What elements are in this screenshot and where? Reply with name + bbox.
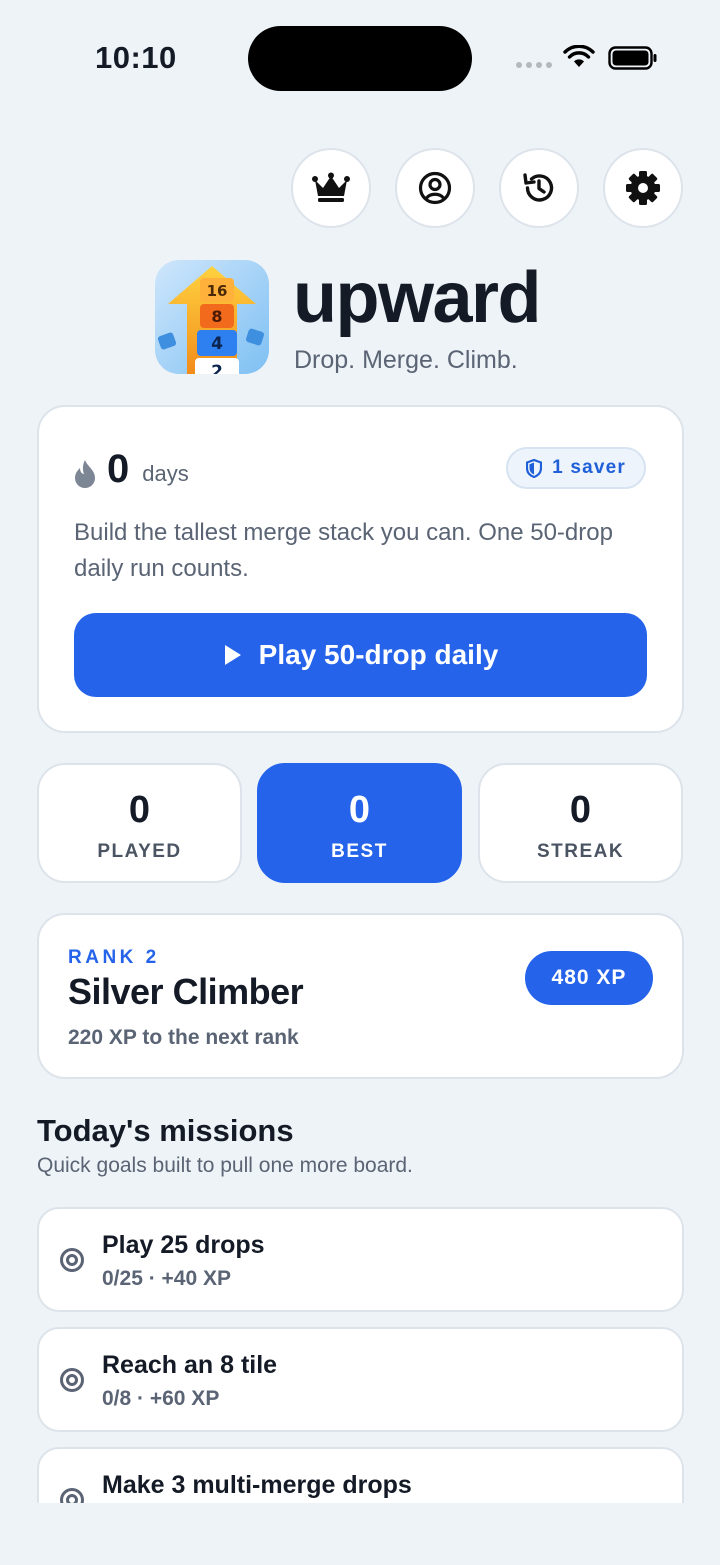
settings-button[interactable] [603,148,683,228]
mission-item[interactable]: Play 25 drops 0/25 · +40 XP [37,1207,684,1312]
shield-icon [526,458,543,478]
target-icon [60,1368,84,1392]
profile-button[interactable] [395,148,475,228]
history-button[interactable] [499,148,579,228]
play-daily-label: Play 50-drop daily [258,639,499,670]
flame-icon [75,460,95,488]
mission-title: Make 3 multi-merge drops [102,1471,412,1499]
missions-heading: Today's missions [37,1113,294,1148]
app-tagline: Drop. Merge. Climb. [294,346,518,374]
stat-streak: 0 STREAK [478,763,683,883]
home-screen: 10:10 16 8 4 2 upward Drop. Merge. Climb… [0,0,720,1565]
status-bar: 10:10 [0,0,720,116]
stat-played-value: 0 [128,789,151,831]
daily-run-card: 0 days 1 saver Build the tallest merge s… [37,405,684,733]
rank-level: RANK 2 [68,947,160,968]
mission-progress: 0/25 · +40 XP [102,1267,232,1290]
gear-icon [626,171,660,205]
rank-progress-text: 220 XP to the next rank [68,1026,299,1049]
xp-badge: 480 XP [525,951,653,1005]
logo-tile-4: 4 [211,334,223,354]
mission-title: Play 25 drops [102,1231,265,1259]
missions-subtitle: Quick goals built to pull one more board… [37,1154,413,1177]
leaderboard-button[interactable] [291,148,371,228]
streak-count: 0 [107,447,130,491]
rank-name: Silver Climber [68,971,304,1012]
dynamic-island [248,26,472,91]
stat-streak-label: STREAK [536,841,625,862]
daily-description: Build the tallest merge stack you can. O… [74,519,613,582]
logo-tile-8: 8 [211,307,222,326]
stat-played: 0 PLAYED [37,763,242,883]
crown-icon [312,172,350,202]
battery-icon [608,46,657,70]
stat-best: 0 BEST [257,763,462,883]
cellular-signal-icon [516,62,552,68]
play-icon [224,645,241,665]
streak-saver-badge: 1 saver [506,447,646,489]
stat-streak-value: 0 [569,789,592,831]
wifi-icon [563,45,595,67]
streak-unit: days [142,461,189,486]
saver-label: 1 saver [552,457,626,478]
mission-item[interactable]: Reach an 8 tile 0/8 · +60 XP [37,1327,684,1432]
rank-card: RANK 2 Silver Climber 220 XP to the next… [37,913,684,1079]
logo-tile-2: 2 [211,362,223,374]
mission-progress: 0/8 · +60 XP [102,1387,220,1410]
scroll-clip [0,1503,720,1565]
app-title: upward [293,258,542,338]
play-daily-button[interactable]: Play 50-drop daily [74,613,647,697]
status-time: 10:10 [95,40,177,75]
logo-tile-16: 16 [207,282,228,300]
user-circle-icon [418,171,452,205]
stat-best-label: BEST [331,841,388,862]
streak-counter: 0 days [73,449,189,489]
mission-title: Reach an 8 tile [102,1351,278,1379]
stat-best-value: 0 [348,789,371,831]
target-icon [60,1248,84,1272]
history-icon [523,173,554,202]
stat-played-label: PLAYED [97,841,182,862]
app-logo: 16 8 4 2 [155,260,269,374]
